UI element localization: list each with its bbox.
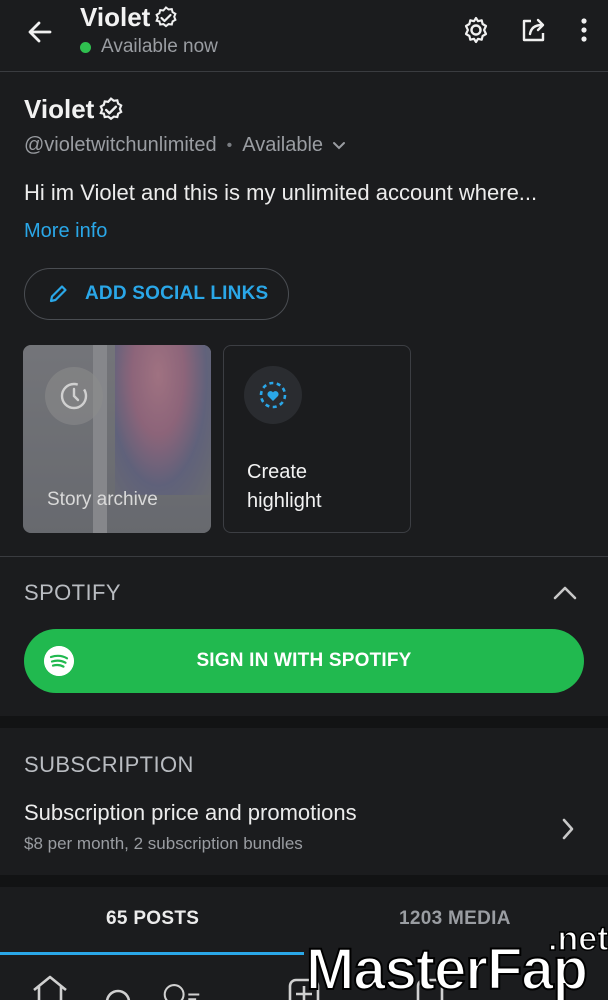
- section-separator: [0, 875, 608, 887]
- watermark: MasterFap .net: [305, 919, 608, 1000]
- share-icon: [522, 18, 545, 42]
- header-name: Violet: [80, 2, 151, 32]
- more-vertical-icon: [581, 18, 587, 42]
- spotify-section-title: SPOTIFY: [24, 580, 121, 605]
- chevron-up-icon: [553, 586, 577, 600]
- spotify-icon: [44, 646, 74, 676]
- bell-icon: [163, 984, 200, 1000]
- watermark-suffix: .net: [547, 919, 608, 959]
- more-button[interactable]: [574, 10, 594, 50]
- add-social-links-label: ADD SOCIAL LINKS: [85, 283, 269, 304]
- add-social-links-button[interactable]: ADD SOCIAL LINKS: [24, 268, 289, 320]
- highlight-heart-icon: [259, 381, 287, 409]
- subscription-section-title: SUBSCRIPTION: [24, 752, 194, 777]
- profile-name-text: Violet: [24, 94, 95, 124]
- active-tab-indicator: [0, 952, 304, 955]
- separator-dot: •: [226, 136, 233, 154]
- back-arrow-icon: [28, 21, 52, 43]
- profile-handle: @violetwitchunlimited: [24, 134, 217, 156]
- chevron-right-icon: [562, 818, 574, 840]
- online-dot: [80, 41, 91, 53]
- subscription-row-title: Subscription price and promotions: [24, 800, 357, 825]
- sign-in-spotify-button[interactable]: SIGN IN WITH SPOTIFY: [24, 629, 584, 693]
- top-bar: Violet Available now: [0, 0, 608, 72]
- more-info-link[interactable]: More info: [24, 220, 107, 243]
- create-icon-circle: [244, 366, 302, 424]
- settings-button[interactable]: [458, 10, 494, 50]
- handle-row: @violetwitchunlimited • Available: [24, 134, 347, 157]
- header-status-text: Available now: [101, 36, 218, 57]
- subscription-row-subtitle: $8 per month, 2 subscription bundles: [24, 834, 303, 853]
- availability-label: Available: [242, 134, 324, 156]
- nav-notifications-button[interactable]: [160, 974, 204, 1000]
- story-archive-label: Story archive: [47, 489, 158, 510]
- availability-dropdown[interactable]: Available: [242, 134, 347, 157]
- story-archive-tile[interactable]: Story archive: [23, 345, 211, 533]
- create-highlight-tile[interactable]: Create highlight: [223, 345, 411, 533]
- tab-posts[interactable]: 65 POSTS: [106, 908, 199, 930]
- divider: [0, 556, 608, 557]
- verified-badge-icon: [99, 96, 123, 120]
- create-highlight-label: Create highlight: [247, 461, 322, 512]
- chevron-down-icon: [333, 141, 346, 149]
- clock-history-icon: [60, 382, 88, 410]
- share-button[interactable]: [516, 10, 552, 50]
- section-separator: [0, 716, 608, 728]
- back-button[interactable]: [20, 12, 60, 52]
- profile-name: Violet: [24, 94, 124, 125]
- search-icon: [105, 989, 131, 1000]
- header-status: Available now: [80, 36, 218, 58]
- home-icon: [33, 975, 67, 1000]
- sign-in-spotify-label: SIGN IN WITH SPOTIFY: [196, 650, 412, 671]
- watermark-main: MasterFap: [305, 936, 589, 1000]
- header-actions: [458, 10, 594, 50]
- nav-home-button[interactable]: [28, 974, 72, 1000]
- subscription-row-chevron: [558, 814, 578, 844]
- gear-icon: [464, 16, 488, 44]
- verified-badge-icon: [155, 5, 177, 27]
- archive-icon-circle: [45, 367, 103, 425]
- spotify-collapse-button[interactable]: [550, 580, 580, 606]
- profile-bio: Hi im Violet and this is my unlimited ac…: [24, 180, 538, 205]
- header-title: Violet: [80, 2, 178, 33]
- nav-search-button[interactable]: [96, 974, 140, 1000]
- pencil-icon: [49, 285, 67, 303]
